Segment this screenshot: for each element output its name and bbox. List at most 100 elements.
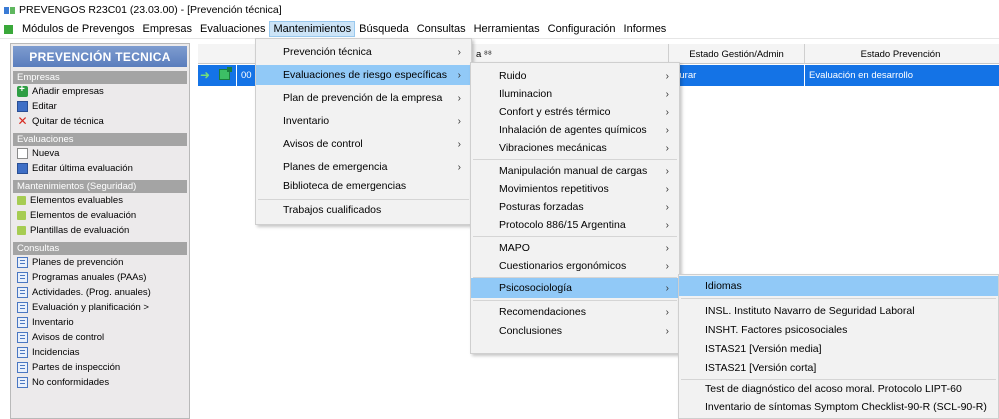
menu-item-conclusiones[interactable]: Conclusiones ›	[471, 321, 679, 341]
sidebar-item-label: Avisos de control	[32, 332, 105, 343]
menu-item-evaluaciones-riesgo[interactable]: Evaluaciones de riesgo específicas ›	[256, 65, 471, 85]
menu-configuracion[interactable]: Configuración	[544, 21, 620, 37]
menu-item-planes-emergencia[interactable]: Planes de emergencia ›	[256, 157, 471, 177]
menu-empresas[interactable]: Empresas	[139, 21, 197, 37]
menu-item-label: Inventario de síntomas Symptom Checklist…	[705, 401, 987, 413]
chevron-right-icon: ›	[665, 219, 669, 231]
column-header-partial[interactable]: a ⁸⁸	[472, 44, 652, 64]
section-title-empresas[interactable]: Empresas	[13, 71, 187, 84]
remove-icon: ✕	[17, 114, 28, 128]
menu-item-prevencion-tecnica[interactable]: Prevención técnica ›	[256, 42, 471, 62]
sidebar-item-nueva[interactable]: Nueva	[11, 146, 189, 161]
menu-item-istas21-corta[interactable]: ISTAS21 [Versión corta]	[679, 358, 998, 378]
sidebar-item-elementos-de-evaluacion[interactable]: Elementos de evaluación	[11, 208, 189, 223]
row-estado-gestion: cturar	[672, 70, 697, 81]
list-icon	[17, 377, 28, 388]
menu-item-mapo[interactable]: MAPO ›	[471, 238, 679, 258]
modules-icon[interactable]	[4, 24, 13, 34]
menu-item-insl[interactable]: INSL. Instituto Navarro de Seguridad Lab…	[679, 301, 998, 321]
sidebar-item-quitar-tecnica[interactable]: ✕ Quitar de técnica	[11, 114, 189, 129]
menu-item-plan-prevencion[interactable]: Plan de prevención de la empresa ›	[256, 88, 471, 108]
sidebar-item-editar-ultima-evaluacion[interactable]: Editar última evaluación	[11, 161, 189, 176]
menu-item-vibraciones[interactable]: Vibraciones mecánicas ›	[471, 138, 679, 158]
menu-consultas[interactable]: Consultas	[413, 21, 470, 37]
menu-separator	[473, 300, 677, 301]
menu-item-protocolo-argentina[interactable]: Protocolo 886/15 Argentina ›	[471, 215, 679, 235]
menu-item-scl-90-r[interactable]: Inventario de síntomas Symptom Checklist…	[679, 397, 998, 417]
menu-item-confort-termico[interactable]: Confort y estrés térmico ›	[471, 102, 679, 122]
menu-item-istas21-media[interactable]: ISTAS21 [Versión media]	[679, 339, 998, 359]
column-header-estado-prevencion[interactable]: Estado Prevención	[804, 44, 996, 64]
menu-busqueda[interactable]: Búsqueda	[355, 21, 413, 37]
sidebar-item-inventario[interactable]: Inventario	[11, 315, 189, 330]
riesgos-especificos-submenu: Ruido › Iluminacion › Confort y estrés tér…	[470, 62, 680, 354]
menu-item-insht[interactable]: INSHT. Factores psicosociales	[679, 320, 998, 340]
sidebar-item-evaluacion-y-planificacion[interactable]: Evaluación y planificación >	[11, 300, 189, 315]
chevron-right-icon: ›	[665, 88, 669, 100]
chevron-right-icon: ›	[665, 306, 669, 318]
chevron-right-icon: ›	[665, 183, 669, 195]
sidebar-item-no-conformidades[interactable]: No conformidades	[11, 375, 189, 390]
arrow-right-icon: ➜	[200, 68, 211, 82]
menu-mantenimientos[interactable]: Mantenimientos	[269, 21, 356, 37]
sidebar-item-partes-de-inspeccion[interactable]: Partes de inspección	[11, 360, 189, 375]
menu-item-inventario[interactable]: Inventario ›	[256, 111, 471, 131]
section-title-consultas[interactable]: Consultas	[13, 242, 187, 255]
menu-item-label: Avisos de control	[283, 138, 363, 150]
menu-item-ruido[interactable]: Ruido ›	[471, 66, 679, 86]
sidebar-item-label: Partes de inspección	[32, 362, 121, 373]
menu-evaluaciones[interactable]: Evaluaciones	[196, 21, 269, 37]
menu-item-idiomas[interactable]: Idiomas	[679, 276, 998, 296]
sidebar-item-planes-de-prevencion[interactable]: Planes de prevención	[11, 255, 189, 270]
menu-herramientas[interactable]: Herramientas	[470, 21, 544, 37]
sidebar-item-actividades[interactable]: Actividades. (Prog. anuales)	[11, 285, 189, 300]
menu-informes[interactable]: Informes	[620, 21, 671, 37]
menu-item-iluminacion[interactable]: Iluminacion ›	[471, 84, 679, 104]
list-icon	[17, 362, 28, 373]
menu-item-label: Recomendaciones	[499, 306, 586, 318]
sidebar-item-anadir-empresas[interactable]: Añadir empresas	[11, 84, 189, 99]
window-title: PREVENGOS R23C01 (23.03.00) - [Prevenció…	[19, 4, 282, 16]
chevron-right-icon: ›	[457, 92, 461, 104]
chevron-right-icon: ›	[457, 138, 461, 150]
sidebar-item-label: Editar	[32, 101, 57, 112]
menu-item-label: Confort y estrés térmico	[499, 106, 611, 118]
menu-item-cuestionarios-ergonomicos[interactable]: Cuestionarios ergonómicos ›	[471, 256, 679, 276]
chevron-right-icon: ›	[665, 106, 669, 118]
section-title-mantenimientos[interactable]: Mantenimientos (Seguridad)	[13, 180, 187, 193]
chevron-right-icon: ›	[665, 165, 669, 177]
list-icon	[17, 257, 28, 268]
menu-item-movimientos-repetitivos[interactable]: Movimientos repetitivos ›	[471, 179, 679, 199]
menu-item-recomendaciones[interactable]: Recomendaciones ›	[471, 302, 679, 322]
menu-item-trabajos-cualificados[interactable]: Trabajos cualificados	[256, 200, 471, 220]
menu-item-biblioteca-emergencias[interactable]: Biblioteca de emergencias	[256, 176, 471, 196]
list-icon	[17, 272, 28, 283]
menu-item-psicosociologia[interactable]: Psicosociología ›	[471, 278, 679, 298]
chevron-right-icon: ›	[665, 142, 669, 154]
menu-item-avisos-control[interactable]: Avisos de control ›	[256, 134, 471, 154]
column-header-estado-gestion[interactable]: Estado Gestión/Admin	[668, 44, 804, 64]
list-icon	[17, 287, 28, 298]
leaf-icon	[17, 226, 26, 235]
chevron-right-icon: ›	[457, 46, 461, 58]
menu-item-agentes-quimicos[interactable]: Inhalación de agentes químicos ›	[471, 120, 679, 140]
company-status-icon	[219, 67, 232, 80]
sidebar-item-incidencias[interactable]: Incidencias	[11, 345, 189, 360]
sidebar-item-plantillas-de-evaluacion[interactable]: Plantillas de evaluación	[11, 223, 189, 238]
sidebar-item-avisos-de-control[interactable]: Avisos de control	[11, 330, 189, 345]
list-icon	[17, 347, 28, 358]
new-document-icon	[17, 148, 28, 159]
chevron-right-icon: ›	[457, 69, 461, 81]
sidebar-item-programas-anuales[interactable]: Programas anuales (PAAs)	[11, 270, 189, 285]
menu-item-label: Test de diagnóstico del acoso moral. Pro…	[705, 383, 962, 395]
menu-item-lipt-60[interactable]: Test de diagnóstico del acoso moral. Pro…	[679, 379, 998, 399]
sidebar-item-elementos-evaluables[interactable]: Elementos evaluables	[11, 193, 189, 208]
menu-item-manipulacion-cargas[interactable]: Manipulación manual de cargas ›	[471, 161, 679, 181]
section-title-evaluaciones[interactable]: Evaluaciones	[13, 133, 187, 146]
sidebar-item-label: Actividades. (Prog. anuales)	[32, 287, 151, 298]
row-code: 00	[236, 65, 256, 86]
menu-modulos[interactable]: Módulos de Prevengos	[18, 21, 139, 37]
chevron-right-icon: ›	[665, 325, 669, 337]
menu-item-posturas-forzadas[interactable]: Posturas forzadas ›	[471, 197, 679, 217]
sidebar-item-editar[interactable]: Editar	[11, 99, 189, 114]
